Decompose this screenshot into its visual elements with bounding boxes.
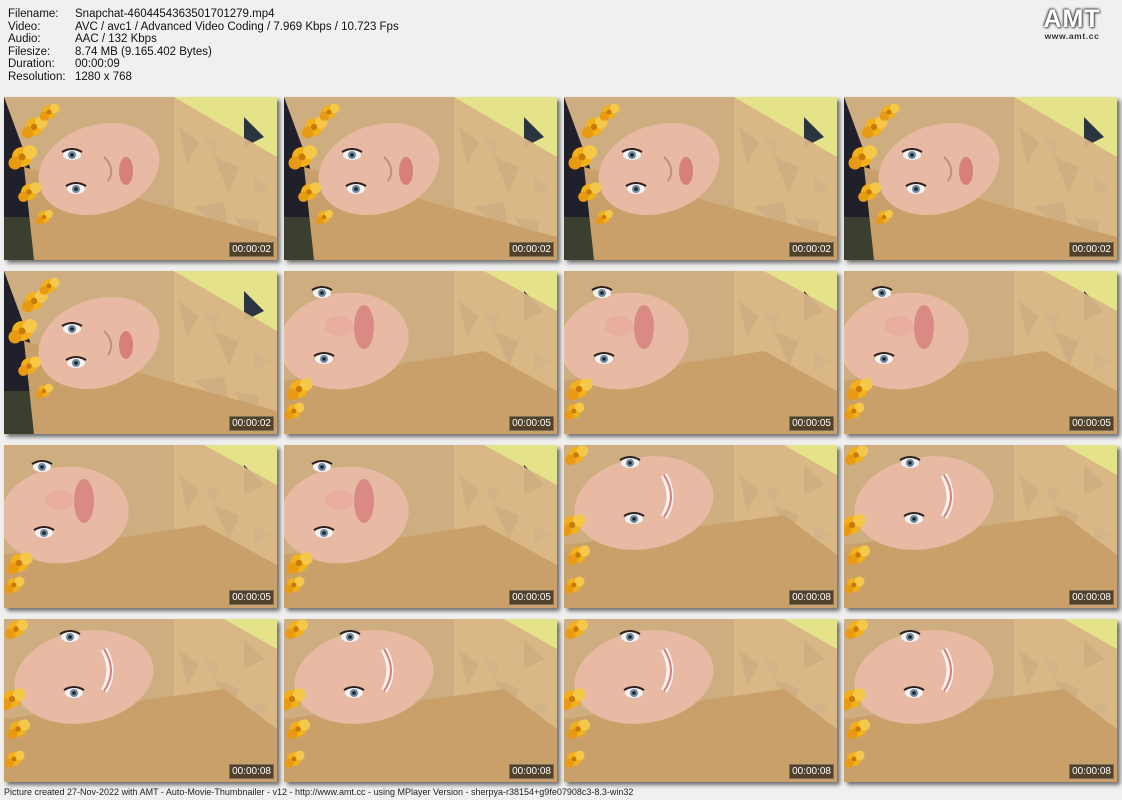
timestamp-label: 00:00:08 (789, 764, 834, 779)
timestamp-label: 00:00:05 (789, 416, 834, 431)
info-row-duration: Duration: 00:00:09 (8, 58, 399, 71)
thumbnail-frame: 00:00:08 (284, 619, 557, 782)
video-frame-image (4, 619, 277, 782)
info-label: Video: (8, 20, 41, 33)
video-frame-image (284, 271, 557, 434)
video-frame-image (4, 445, 277, 608)
thumbnail-frame: 00:00:08 (844, 619, 1117, 782)
thumbnail-frame: 00:00:02 (4, 97, 277, 260)
logo-url: www.amt.cc (1044, 31, 1100, 41)
video-frame-image (564, 445, 837, 608)
timestamp-label: 00:00:05 (1069, 416, 1114, 431)
thumbnail-frame: 00:00:05 (284, 271, 557, 434)
thumbnail-frame: 00:00:02 (844, 97, 1117, 260)
timestamp-label: 00:00:05 (509, 590, 554, 605)
info-value: AVC / avc1 / Advanced Video Coding / 7.9… (75, 20, 399, 33)
thumbnail-frame: 00:00:05 (564, 271, 837, 434)
info-label: Duration: (8, 58, 55, 71)
info-row-filesize: Filesize: 8.74 MB (9.165.402 Bytes) (8, 46, 399, 59)
logo-text: AMT (1043, 5, 1101, 33)
video-frame-image (284, 97, 557, 260)
info-row-audio: Audio: AAC / 132 Kbps (8, 33, 399, 46)
info-row-filename: Filename: Snapchat-4604454363501701279.m… (8, 8, 399, 21)
thumbnail-frame: 00:00:02 (284, 97, 557, 260)
info-value: AAC / 132 Kbps (75, 33, 157, 46)
timestamp-label: 00:00:02 (229, 242, 274, 257)
thumbnail-frame: 00:00:05 (4, 445, 277, 608)
info-value: 00:00:09 (75, 58, 120, 71)
video-frame-image (564, 97, 837, 260)
thumbnail-frame: 00:00:02 (4, 271, 277, 434)
video-frame-image (4, 271, 277, 434)
amt-logo: AMT www.amt.cc (1034, 6, 1110, 41)
thumbnail-frame: 00:00:08 (564, 619, 837, 782)
timestamp-label: 00:00:08 (789, 590, 834, 605)
video-frame-image (844, 445, 1117, 608)
thumbnail-frame: 00:00:05 (284, 445, 557, 608)
info-value: Snapchat-4604454363501701279.mp4 (75, 8, 275, 20)
timestamp-label: 00:00:08 (509, 764, 554, 779)
video-frame-image (4, 97, 277, 260)
footer-credits: Picture created 27-Nov-2022 with AMT - A… (4, 787, 634, 797)
thumbnail-frame: 00:00:08 (564, 445, 837, 608)
timestamp-label: 00:00:08 (1069, 764, 1114, 779)
video-frame-image (844, 97, 1117, 260)
timestamp-label: 00:00:02 (789, 242, 834, 257)
thumbnail-frame: 00:00:08 (844, 445, 1117, 608)
file-info: Filename: Snapchat-4604454363501701279.m… (8, 8, 399, 84)
timestamp-label: 00:00:08 (229, 764, 274, 779)
info-label: Resolution: (8, 70, 66, 83)
thumbnail-frame: 00:00:05 (844, 271, 1117, 434)
timestamp-label: 00:00:05 (229, 590, 274, 605)
info-label: Audio: (8, 33, 41, 46)
timestamp-label: 00:00:02 (509, 242, 554, 257)
timestamp-label: 00:00:02 (1069, 242, 1114, 257)
thumbnail-frame: 00:00:02 (564, 97, 837, 260)
info-value: 1280 x 768 (75, 70, 132, 83)
info-label: Filesize: (8, 45, 51, 58)
info-value: 8.74 MB (9.165.402 Bytes) (75, 45, 212, 58)
timestamp-label: 00:00:08 (1069, 590, 1114, 605)
video-frame-image (564, 271, 837, 434)
video-frame-image (564, 619, 837, 782)
thumbnail-frame: 00:00:08 (4, 619, 277, 782)
video-frame-image (284, 619, 557, 782)
info-label: Filename: (8, 8, 59, 20)
info-row-video: Video: AVC / avc1 / Advanced Video Codin… (8, 21, 399, 34)
video-frame-image (844, 271, 1117, 434)
info-row-resolution: Resolution: 1280 x 768 (8, 71, 399, 84)
timestamp-label: 00:00:05 (509, 416, 554, 431)
thumbnail-grid: 00:00:02 00:00:02 00:00:02 00:00:02 00:0… (4, 97, 1117, 782)
timestamp-label: 00:00:02 (229, 416, 274, 431)
video-frame-image (844, 619, 1117, 782)
video-frame-image (284, 445, 557, 608)
